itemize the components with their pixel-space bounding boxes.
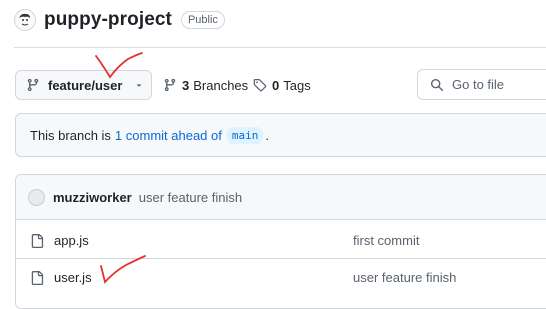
file-icon — [31, 271, 44, 285]
tags-label: Tags — [283, 77, 311, 93]
go-to-file-input[interactable]: Go to file — [417, 69, 546, 100]
file-icon — [31, 234, 44, 248]
branches-link[interactable]: 3 Branches — [163, 70, 248, 100]
commit-author-avatar[interactable] — [28, 188, 45, 206]
branches-count: 3 — [182, 77, 190, 93]
ahead-suffix: . — [265, 127, 269, 143]
go-to-file-placeholder: Go to file — [452, 77, 505, 92]
avatar-icon — [16, 11, 34, 29]
branches-label: Branches — [193, 77, 249, 93]
repo-header: puppy-project Public — [14, 8, 225, 32]
file-row[interactable]: user.js user feature finish — [16, 259, 546, 296]
file-commit-message[interactable]: first commit — [353, 233, 419, 248]
base-branch-label[interactable]: main — [226, 126, 264, 144]
header-divider — [14, 47, 546, 48]
branch-ahead-banner: This branch is 1 commit ahead of main . — [15, 113, 546, 157]
annotation-checkmark — [100, 255, 146, 284]
annotation-checkmark — [95, 52, 143, 79]
owner-avatar[interactable] — [14, 9, 36, 31]
file-commit-message[interactable]: user feature finish — [353, 270, 456, 285]
file-name[interactable]: app.js — [54, 233, 89, 248]
git-branch-icon — [27, 78, 39, 92]
commits-ahead-link[interactable]: 1 commit ahead of — [115, 128, 222, 143]
visibility-badge: Public — [180, 11, 225, 29]
tags-link[interactable]: 0 Tags — [253, 70, 311, 100]
commit-author[interactable]: muzziworker — [53, 190, 132, 205]
tags-count: 0 — [272, 77, 280, 93]
file-name[interactable]: user.js — [54, 270, 92, 285]
git-branch-icon — [164, 78, 176, 92]
repo-name[interactable]: puppy-project — [44, 9, 172, 31]
ahead-prefix: This branch is — [30, 127, 111, 143]
commit-message[interactable]: user feature finish — [139, 190, 242, 205]
tag-icon — [253, 78, 267, 92]
latest-commit-row: muzziworker user feature finish — [16, 175, 546, 220]
file-row[interactable]: app.js first commit — [16, 222, 546, 259]
file-table: muzziworker user feature finish app.js f… — [15, 174, 546, 309]
search-icon — [430, 78, 444, 91]
